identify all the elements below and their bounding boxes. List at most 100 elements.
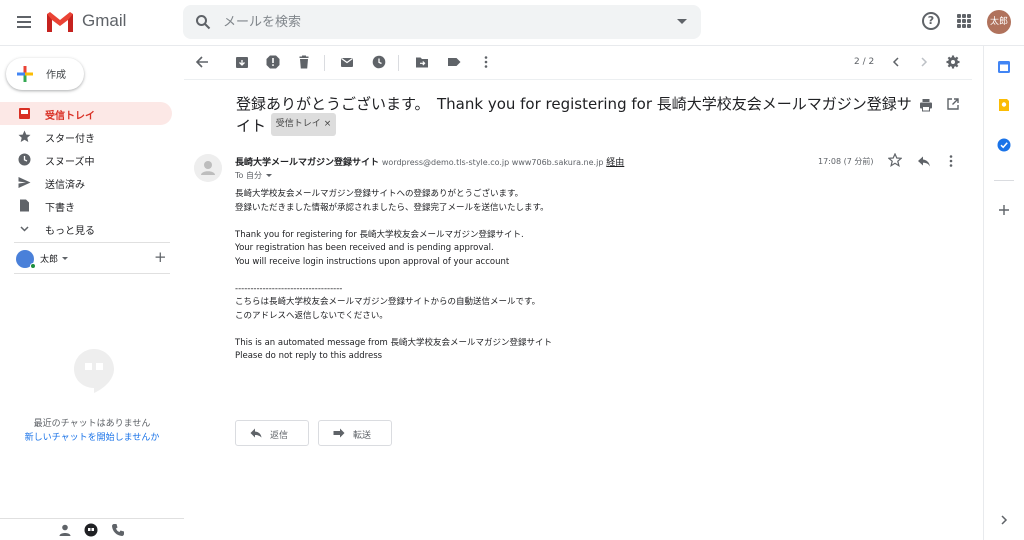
received-time: 17:08 (7 分前) [818, 157, 874, 166]
sidebar-item-label: もっと見る [45, 226, 95, 237]
add-addon-icon[interactable] [997, 203, 1011, 217]
toolbar-divider [324, 55, 325, 71]
inbox-label-badge[interactable]: 受信トレイ × [270, 113, 337, 136]
sender-name[interactable]: 長崎大学メールマガジン登録サイト [235, 158, 379, 168]
more-vert-icon[interactable] [948, 154, 954, 168]
recipient-line[interactable]: To 自分 [235, 170, 272, 181]
sidebar-item-label: 受信トレイ [45, 111, 95, 122]
sidebar-item-label: スヌーズ中 [45, 157, 95, 168]
sidebar-item-label: スター付き [45, 134, 95, 145]
start-chat-link[interactable]: 新しいチャットを開始しませんか [0, 430, 184, 443]
calendar-icon[interactable] [997, 60, 1011, 74]
hangouts-user-row[interactable]: 太郎 + [0, 246, 184, 270]
left-sidebar: 作成 受信トレイ スター付き スヌーズ中 送信済み 下書き もっと見る 太郎 +… [0, 46, 184, 540]
caret-down-icon[interactable] [265, 174, 272, 177]
top-header: Gmail ? 太郎 [0, 0, 1024, 46]
delete-icon[interactable] [297, 55, 311, 69]
user-name[interactable]: 太郎 [40, 252, 58, 265]
person-icon[interactable] [58, 523, 72, 537]
phone-icon[interactable] [111, 523, 125, 537]
body-line: 長崎大学校友会メールマガジン登録サイトへの登録ありがとうございます。 [235, 189, 524, 199]
forward-label: 転送 [353, 431, 372, 441]
nav-list: 受信トレイ スター付き スヌーズ中 送信済み 下書き もっと見る [0, 102, 184, 240]
chevron-left-icon[interactable] [889, 55, 903, 69]
open-new-window-icon[interactable] [947, 98, 959, 110]
archive-icon[interactable] [235, 55, 249, 69]
sidebar-item-sent[interactable]: 送信済み [0, 171, 172, 194]
body-line: This is an automated message from 長崎大学校友… [235, 337, 553, 348]
report-spam-icon[interactable] [266, 55, 280, 69]
subject-text: 登録ありがとうございます。 Thank you for registering … [236, 95, 912, 135]
apps-grid-icon[interactable] [957, 14, 971, 28]
reply-icon[interactable] [917, 154, 931, 168]
body-line: ----------------------------------- [235, 283, 343, 294]
body-line: Thank you for registering for 長崎大学校友会メール… [235, 229, 524, 240]
body-line: こちらは長崎大学校友会メールマガジン登録サイトからの自動送信メールです。 [235, 297, 541, 307]
reply-button[interactable]: 返信 [235, 420, 309, 446]
chevron-down-icon [20, 226, 29, 232]
remove-label-icon[interactable]: × [324, 119, 332, 129]
sidebar-item-label: 送信済み [45, 180, 85, 191]
inbox-icon [19, 108, 30, 119]
keep-icon[interactable] [997, 98, 1011, 112]
search-options-icon[interactable] [677, 19, 687, 24]
account-avatar[interactable]: 太郎 [987, 10, 1011, 34]
body-line [235, 323, 835, 337]
caret-down-icon[interactable] [62, 257, 68, 260]
sidebar-item-snoozed[interactable]: スヌーズ中 [0, 148, 172, 171]
body-line [235, 269, 835, 283]
search-input[interactable] [223, 12, 653, 32]
compose-label: 作成 [46, 70, 66, 81]
divider [14, 273, 170, 274]
body-line: このアドレスへ返信しないでください。 [235, 310, 388, 321]
print-icon[interactable] [919, 98, 933, 112]
recipient-text: To 自分 [235, 171, 262, 180]
forward-button[interactable]: 転送 [318, 420, 392, 446]
sender-address: wordpress@demo.tls-style.co.jp www706b.s… [381, 158, 604, 167]
clock-icon [18, 153, 31, 166]
sidebar-item-inbox[interactable]: 受信トレイ [0, 102, 172, 125]
reply-icon [250, 428, 262, 438]
move-to-icon[interactable] [415, 55, 429, 69]
sidebar-item-more[interactable]: もっと見る [0, 217, 172, 240]
sidebar-item-drafts[interactable]: 下書き [0, 194, 172, 217]
sidebar-item-starred[interactable]: スター付き [0, 125, 172, 148]
mark-unread-icon[interactable] [340, 55, 354, 69]
sender-avatar[interactable] [194, 154, 222, 182]
email-subject: 登録ありがとうございます。 Thank you for registering … [236, 94, 916, 138]
body-line: Your registration has been received and … [235, 243, 494, 253]
search-icon[interactable] [195, 14, 211, 30]
body-line: Please do not reply to this address [235, 351, 383, 361]
chevron-right-icon[interactable] [997, 513, 1011, 527]
message-counter: 2 / 2 [854, 57, 875, 67]
forward-icon [333, 428, 345, 438]
add-chat-icon[interactable]: + [154, 248, 167, 266]
compose-plus-icon [17, 66, 33, 82]
body-line [235, 215, 835, 229]
settings-gear-icon[interactable] [946, 55, 960, 69]
message-view: 2 / 2 登録ありがとうございます。 Thank you for regist… [184, 46, 972, 540]
toolbar-divider [398, 55, 399, 71]
via-link[interactable]: 経由 [606, 158, 624, 168]
email-body: 長崎大学校友会メールマガジン登録サイトへの登録ありがとうございます。 登録いただ… [235, 188, 835, 364]
label-icon[interactable] [447, 55, 461, 69]
help-icon[interactable]: ? [922, 12, 940, 30]
app-name[interactable]: Gmail [82, 11, 126, 31]
back-arrow-icon[interactable] [195, 55, 209, 69]
tasks-icon[interactable] [997, 138, 1011, 152]
star-outline-icon[interactable] [888, 153, 902, 167]
more-vert-icon[interactable] [479, 55, 493, 69]
sidebar-item-label: 下書き [45, 203, 75, 214]
chevron-right-icon[interactable] [917, 55, 931, 69]
sidebar-bottom-bar [0, 518, 184, 540]
snooze-icon[interactable] [372, 55, 386, 69]
hangouts-chat-icon[interactable] [84, 523, 98, 537]
gmail-logo-icon[interactable] [46, 11, 74, 33]
body-line: You will receive login instructions upon… [235, 256, 510, 267]
hangouts-icon [74, 349, 114, 393]
online-status-icon [30, 263, 36, 269]
search-bar[interactable] [183, 5, 701, 39]
badge-text: 受信トレイ [275, 119, 321, 129]
main-menu-icon[interactable] [14, 13, 34, 33]
compose-button[interactable]: 作成 [6, 58, 84, 90]
